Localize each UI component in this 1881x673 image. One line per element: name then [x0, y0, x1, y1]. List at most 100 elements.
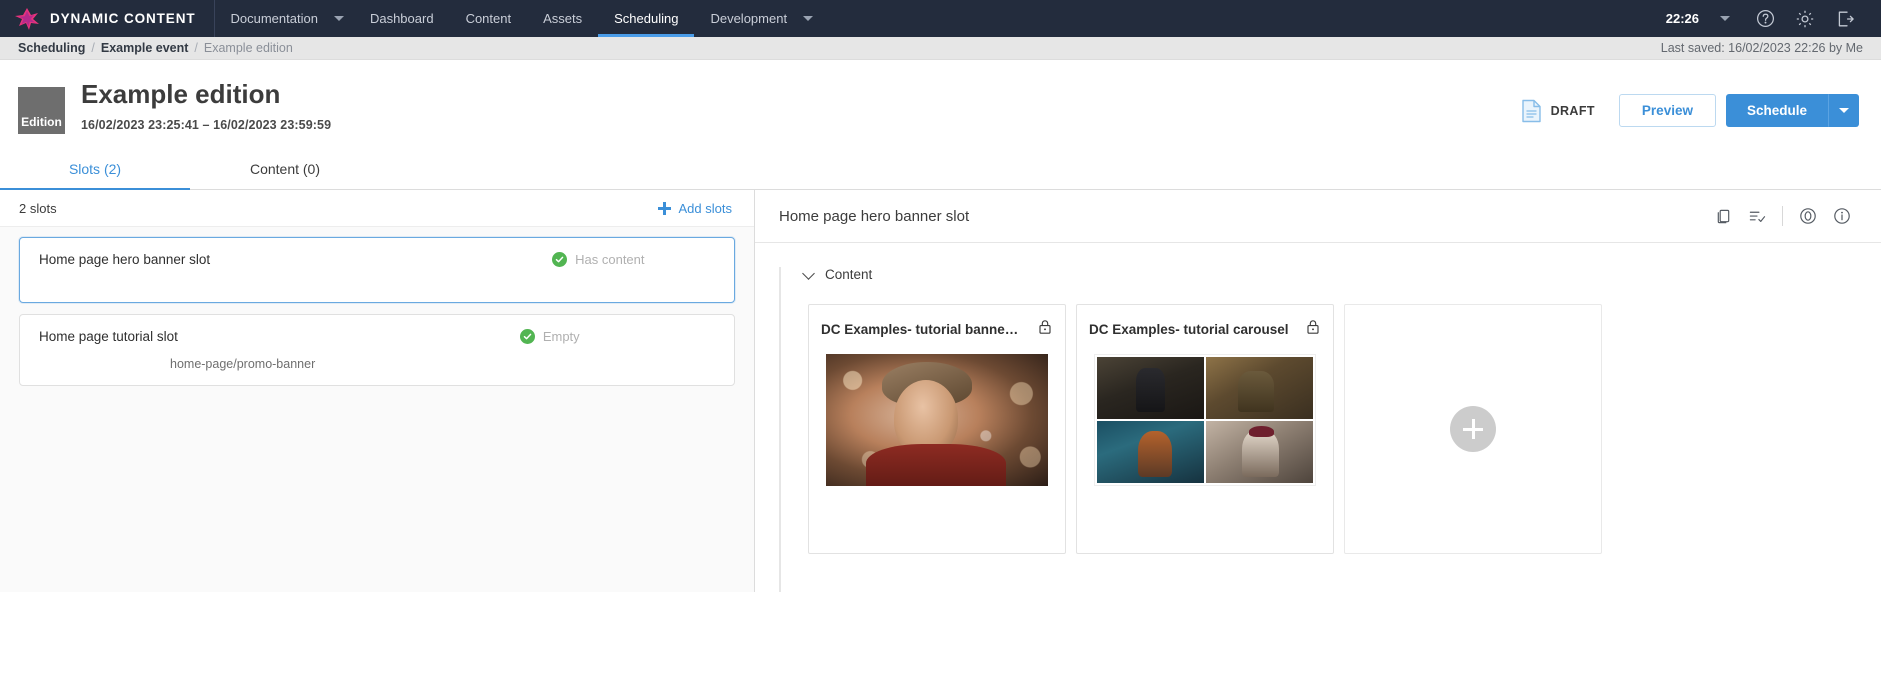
breadcrumb: Scheduling / Example event / Example edi…	[0, 37, 1881, 60]
banner-image	[826, 354, 1048, 486]
slot-content-area: Content DC Examples- tutorial banner win…	[755, 243, 1881, 592]
slot-path: home-page/promo-banner	[170, 357, 316, 371]
logout-icon[interactable]	[1825, 0, 1865, 37]
tab-slots[interactable]: Slots (2)	[0, 148, 190, 190]
status-label: DRAFT	[1550, 103, 1595, 118]
edition-date-range: 16/02/2023 23:25:41 – 16/02/2023 23:59:5…	[81, 118, 332, 133]
content-card-thumbnail	[809, 354, 1065, 486]
add-slots-button[interactable]: Add slots	[657, 201, 732, 216]
nav-items: Documentation Dashboard Content Assets S…	[215, 0, 824, 37]
lock-icon	[1306, 319, 1320, 340]
plus-icon	[1450, 406, 1496, 452]
slot-status-label: Empty	[542, 329, 580, 344]
nav-label-development: Development	[710, 11, 788, 26]
gear-icon[interactable]	[1785, 0, 1825, 37]
coat-shape	[866, 444, 1006, 486]
content-card-banner[interactable]: DC Examples- tutorial banner wint...	[808, 304, 1066, 554]
nav-label-assets: Assets	[543, 11, 583, 26]
carousel-image-2	[1206, 357, 1313, 419]
content-card-carousel[interactable]: DC Examples- tutorial carousel	[1076, 304, 1334, 554]
chevron-down-icon[interactable]	[803, 16, 814, 21]
nav-item-dashboard[interactable]: Dashboard	[354, 0, 450, 37]
toolbar-divider	[1782, 206, 1783, 226]
breadcrumb-separator: /	[194, 41, 198, 55]
content-card-list: DC Examples- tutorial banner wint...	[808, 304, 1857, 554]
content-card-header: DC Examples- tutorial banner wint...	[809, 305, 1065, 340]
nav-label-dashboard: Dashboard	[369, 11, 434, 26]
slot-status: Empty	[519, 329, 580, 344]
clock-dropdown-caret[interactable]	[1705, 0, 1745, 37]
plus-icon	[657, 202, 671, 215]
lock-icon	[1038, 319, 1052, 340]
page-title: Example edition	[81, 79, 281, 109]
nav-item-development[interactable]: Development	[694, 0, 823, 37]
carousel-image-3	[1097, 421, 1204, 483]
slot-detail-title: Home page hero banner slot	[779, 207, 970, 225]
main-split: 2 slots Add slots Home page hero banner …	[0, 190, 1881, 592]
slot-detail-actions	[1706, 203, 1859, 229]
slot-detail-header: Home page hero banner slot	[755, 190, 1881, 243]
info-icon[interactable]	[1825, 203, 1859, 229]
page-footer-fill	[0, 592, 1881, 673]
content-card-title: DC Examples- tutorial carousel	[1089, 322, 1289, 337]
breadcrumb-item-example-event[interactable]: Example event	[101, 41, 189, 55]
chevron-down-icon[interactable]	[333, 16, 344, 21]
nav-label-scheduling: Scheduling	[614, 11, 679, 26]
edition-type-badge: Edition	[18, 87, 65, 134]
visibility-icon[interactable]	[1791, 203, 1825, 229]
brand-name: DYNAMIC CONTENT	[50, 11, 196, 26]
check-circle-icon	[552, 252, 568, 267]
chevron-down-icon	[1838, 108, 1849, 113]
section-rail	[779, 267, 794, 592]
carousel-image-grid	[1094, 354, 1316, 486]
content-section-label: Content	[825, 267, 873, 282]
header-actions: DRAFT Preview Schedule	[1521, 80, 1859, 127]
nav-item-scheduling[interactable]: Scheduling	[598, 0, 695, 37]
chevron-down-icon	[802, 266, 815, 280]
tab-bar: Slots (2) Content (0)	[0, 148, 1881, 190]
content-card-header: DC Examples- tutorial carousel	[1077, 305, 1333, 340]
copy-icon[interactable]	[1706, 203, 1740, 229]
nav-item-assets[interactable]: Assets	[527, 0, 598, 37]
brand-logo-area[interactable]: DYNAMIC CONTENT	[0, 0, 214, 37]
slot-row: Home page hero banner slot Has content	[39, 252, 714, 267]
slot-list: Home page hero banner slot Has content H…	[0, 226, 754, 592]
nav-label-documentation: Documentation	[230, 11, 318, 26]
slots-panel: 2 slots Add slots Home page hero banner …	[0, 190, 755, 592]
check-circle-icon	[519, 329, 535, 344]
schedule-button[interactable]: Schedule	[1725, 94, 1828, 127]
title-block: Example edition 16/02/2023 23:25:41 – 16…	[81, 79, 332, 133]
top-navigation-bar: DYNAMIC CONTENT Documentation Dashboard …	[0, 0, 1881, 37]
nav-label-content: Content	[465, 11, 512, 26]
schedule-dropdown-button[interactable]	[1828, 94, 1859, 127]
slot-name: Home page hero banner slot	[39, 252, 211, 267]
breadcrumb-item-example-edition: Example edition	[203, 41, 293, 55]
slot-status-label: Has content	[575, 252, 645, 267]
breadcrumb-item-scheduling[interactable]: Scheduling	[18, 41, 85, 55]
slots-toolbar: 2 slots Add slots	[0, 190, 754, 226]
add-content-card[interactable]	[1344, 304, 1602, 554]
help-icon[interactable]	[1745, 0, 1785, 37]
preview-button[interactable]: Preview	[1618, 94, 1716, 127]
nav-item-content[interactable]: Content	[450, 0, 528, 37]
breadcrumb-separator: /	[91, 41, 95, 55]
slot-status: Has content	[552, 252, 645, 267]
content-card-title: DC Examples- tutorial banner wint...	[821, 322, 1021, 337]
slot-card-tutorial[interactable]: Home page tutorial slot Empty home-page/…	[19, 314, 735, 386]
page-header: Edition Example edition 16/02/2023 23:25…	[0, 60, 1881, 148]
document-icon	[1521, 99, 1541, 122]
list-check-icon[interactable]	[1740, 203, 1774, 229]
content-card-thumbnail	[1077, 354, 1333, 486]
status-badge: DRAFT	[1521, 99, 1595, 123]
slot-name: Home page tutorial slot	[39, 329, 178, 344]
nav-item-documentation[interactable]: Documentation	[215, 0, 354, 37]
last-saved-text: Last saved: 16/02/2023 22:26 by Me	[1660, 41, 1863, 55]
slot-row: Home page tutorial slot Empty	[39, 329, 714, 344]
content-section: Content DC Examples- tutorial banner win…	[802, 266, 1857, 592]
add-slots-label: Add slots	[678, 201, 732, 216]
nav-right-area: 22:26	[1666, 0, 1881, 37]
slot-detail-panel: Home page hero banner slot Content DC Ex…	[755, 190, 1881, 592]
tab-content[interactable]: Content (0)	[190, 148, 380, 189]
content-section-toggle[interactable]: Content	[802, 266, 1857, 282]
slot-card-hero-banner[interactable]: Home page hero banner slot Has content	[19, 237, 735, 303]
